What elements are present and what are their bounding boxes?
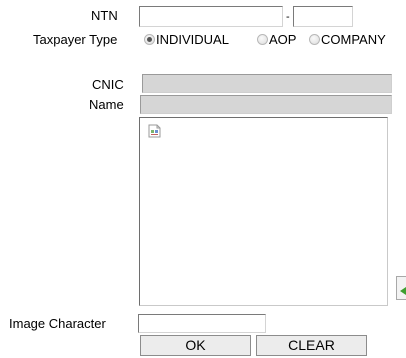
image-character-input[interactable] xyxy=(138,314,266,333)
captcha-image xyxy=(139,117,388,306)
cnic-input[interactable] xyxy=(142,74,392,93)
ntn-input[interactable] xyxy=(139,6,283,27)
ntn-suffix-input[interactable] xyxy=(293,6,353,27)
radio-company-label[interactable]: COMPANY xyxy=(321,32,386,48)
clear-button[interactable]: CLEAR xyxy=(256,335,367,356)
image-character-label: Image Character xyxy=(9,316,106,331)
radio-individual[interactable] xyxy=(144,34,155,45)
radio-individual-label[interactable]: INDIVIDUAL xyxy=(156,32,229,48)
radio-aop-label[interactable]: AOP xyxy=(269,32,296,48)
refresh-arrow-icon xyxy=(399,284,406,299)
taxpayer-type-label: Taxpayer Type xyxy=(33,32,118,47)
name-label: Name xyxy=(89,97,124,112)
broken-image-icon xyxy=(148,124,162,138)
cnic-label: CNIC xyxy=(92,77,124,92)
radio-company[interactable] xyxy=(309,34,320,45)
ntn-label: NTN xyxy=(91,8,118,23)
name-input[interactable] xyxy=(140,95,392,114)
ntn-separator: - xyxy=(286,11,290,23)
radio-aop[interactable] xyxy=(257,34,268,45)
ok-button[interactable]: OK xyxy=(140,335,251,356)
refresh-captcha-button[interactable] xyxy=(396,276,406,300)
